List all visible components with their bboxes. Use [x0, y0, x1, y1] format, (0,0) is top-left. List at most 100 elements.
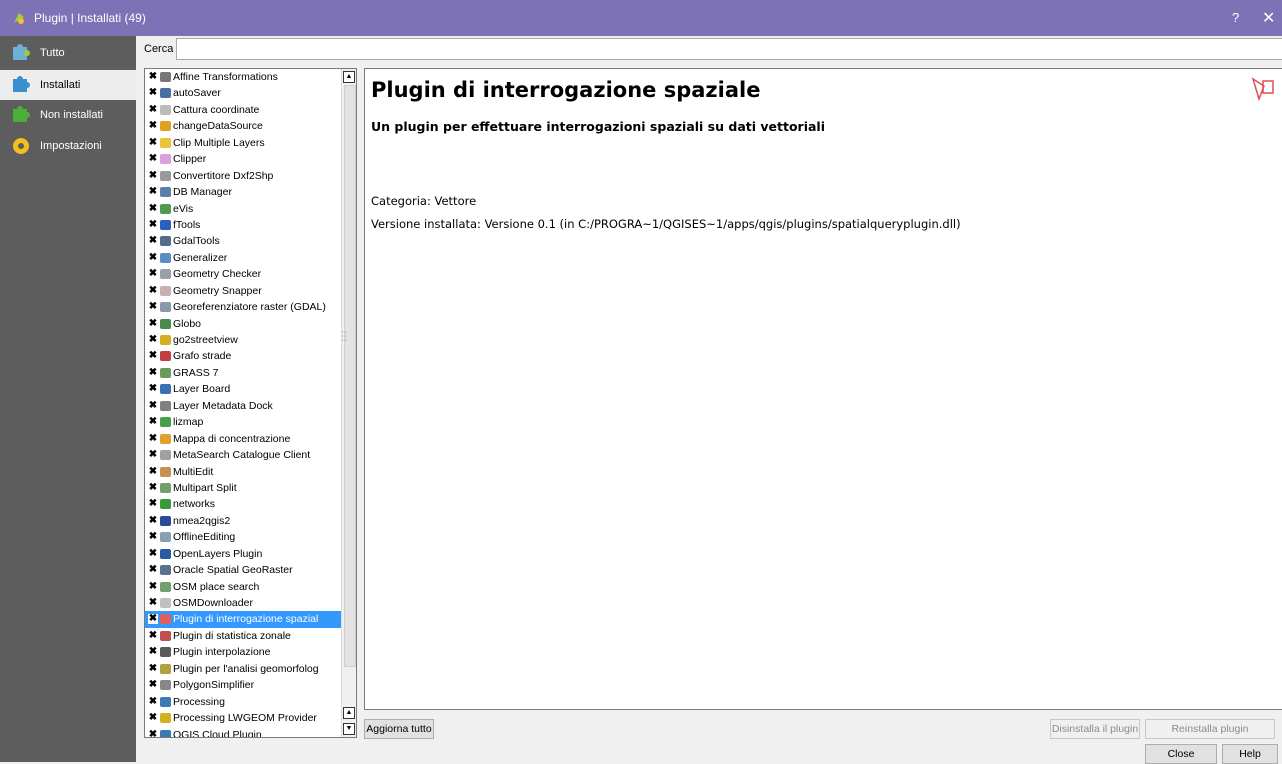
plugin-list-item[interactable]: ✖ go2streetview — [145, 332, 342, 348]
plugin-list-item[interactable]: ✖ Plugin di statistica zonale — [145, 628, 342, 644]
plugin-list-item[interactable]: ✖ Generalizer — [145, 250, 342, 266]
plugin-enabled-checkbox[interactable]: ✖ — [148, 450, 158, 460]
plugin-enabled-checkbox[interactable]: ✖ — [148, 367, 158, 378]
plugin-enabled-checkbox[interactable]: ✖ — [148, 482, 158, 493]
plugin-list-item[interactable]: ✖ Grafo strade — [145, 348, 342, 364]
close-window-button[interactable]: ✕ — [1262, 8, 1275, 28]
plugin-list-item[interactable]: ✖ fTools — [145, 217, 342, 233]
plugin-list-item[interactable]: ✖ networks — [145, 496, 342, 512]
plugin-enabled-checkbox[interactable]: ✖ — [148, 598, 158, 608]
plugin-list-item[interactable]: ✖ Globo — [145, 316, 342, 332]
plugin-list-item[interactable]: ✖ Layer Metadata Dock — [145, 398, 342, 414]
plugin-list-item[interactable]: ✖ OpenLayers Plugin — [145, 546, 342, 562]
plugin-list-item[interactable]: ✖ GdalTools — [145, 233, 342, 249]
plugin-list-item[interactable]: ✖ PolygonSimplifier — [145, 677, 342, 693]
plugin-enabled-checkbox[interactable]: ✖ — [148, 729, 158, 737]
plugin-list-item[interactable]: ✖ Plugin per l'analisi geomorfolog — [145, 661, 342, 677]
plugin-enabled-checkbox[interactable]: ✖ — [148, 302, 158, 312]
plugin-enabled-checkbox[interactable]: ✖ — [148, 647, 158, 657]
plugin-list-item[interactable]: ✖ MultiEdit — [145, 464, 342, 480]
plugin-list-item[interactable]: ✖ Plugin di interrogazione spazial — [145, 611, 342, 628]
close-button[interactable]: Close — [1145, 744, 1217, 764]
scroll-up-lower-button[interactable]: ▲ — [343, 707, 355, 719]
plugin-enabled-checkbox[interactable]: ✖ — [148, 187, 158, 197]
plugin-list-item[interactable]: ✖ Processing LWGEOM Provider — [145, 710, 342, 726]
plugin-enabled-checkbox[interactable]: ✖ — [148, 466, 158, 477]
plugin-list-item[interactable]: ✖ Clipper — [145, 151, 342, 167]
scrollbar-thumb[interactable] — [344, 85, 356, 667]
plugin-list-item[interactable]: ✖ Cattura coordinate — [145, 102, 342, 118]
plugin-enabled-checkbox[interactable]: ✖ — [148, 219, 158, 230]
plugin-enabled-checkbox[interactable]: ✖ — [148, 170, 158, 181]
plugin-enabled-checkbox[interactable]: ✖ — [148, 713, 158, 723]
plugin-list-item[interactable]: ✖ Clip Multiple Layers — [145, 135, 342, 151]
plugin-enabled-checkbox[interactable]: ✖ — [148, 630, 158, 641]
plugin-list-item[interactable]: ✖ eVis — [145, 201, 342, 217]
plugin-list-item[interactable]: ✖ OfflineEditing — [145, 529, 342, 545]
sidebar-item-impostazioni[interactable]: Impostazioni — [0, 131, 136, 161]
plugin-list-item[interactable]: ✖ MetaSearch Catalogue Client — [145, 447, 342, 463]
plugin-list-scrollbar[interactable]: ▲ ▲ ▼ — [341, 69, 356, 737]
search-input[interactable] — [176, 38, 1282, 60]
plugin-enabled-checkbox[interactable]: ✖ — [148, 614, 158, 625]
scroll-up-button[interactable]: ▲ — [343, 71, 355, 83]
update-all-button[interactable]: Aggiorna tutto — [364, 719, 434, 739]
plugin-enabled-checkbox[interactable]: ✖ — [148, 285, 158, 296]
plugin-enabled-checkbox[interactable]: ✖ — [148, 548, 158, 559]
plugin-enabled-checkbox[interactable]: ✖ — [148, 137, 158, 148]
plugin-list-item[interactable]: ✖ changeDataSource — [145, 118, 342, 134]
help-button[interactable]: Help — [1222, 744, 1278, 764]
plugin-list-item[interactable]: ✖ OSMDownloader — [145, 595, 342, 611]
plugin-list-item[interactable]: ✖ QGIS Cloud Plugin — [145, 727, 342, 737]
plugin-enabled-checkbox[interactable]: ✖ — [148, 499, 158, 509]
sidebar-item-tutto[interactable]: Tutto — [0, 38, 136, 68]
plugin-list-item[interactable]: ✖ Geometry Checker — [145, 266, 342, 282]
plugin-list-item[interactable]: ✖ Geometry Snapper — [145, 283, 342, 299]
plugin-enabled-checkbox[interactable]: ✖ — [148, 515, 158, 526]
plugin-list-item[interactable]: ✖ nmea2qgis2 — [145, 513, 342, 529]
plugin-enabled-checkbox[interactable]: ✖ — [148, 236, 158, 246]
plugin-enabled-checkbox[interactable]: ✖ — [148, 532, 158, 542]
plugin-list-item[interactable]: ✖ Layer Board — [145, 381, 342, 397]
sidebar-item-non-installati[interactable]: Non installati — [0, 100, 136, 130]
plugin-enabled-checkbox[interactable]: ✖ — [148, 351, 158, 361]
plugin-enabled-checkbox[interactable]: ✖ — [148, 581, 158, 592]
plugin-list-item[interactable]: ✖ Plugin interpolazione — [145, 644, 342, 660]
reinstall-plugin-button[interactable]: Reinstalla plugin — [1145, 719, 1275, 739]
plugin-enabled-checkbox[interactable]: ✖ — [148, 154, 158, 164]
plugin-enabled-checkbox[interactable]: ✖ — [148, 121, 158, 131]
plugin-enabled-checkbox[interactable]: ✖ — [148, 72, 158, 82]
plugin-enabled-checkbox[interactable]: ✖ — [148, 318, 158, 329]
plugin-list-item[interactable]: ✖ Convertitore Dxf2Shp — [145, 168, 342, 184]
uninstall-plugin-button[interactable]: Disinstalla il plugin — [1050, 719, 1140, 739]
plugin-list-item[interactable]: ✖ Processing — [145, 694, 342, 710]
plugin-enabled-checkbox[interactable]: ✖ — [148, 400, 158, 411]
splitter-grip-icon[interactable] — [341, 330, 347, 342]
plugin-enabled-checkbox[interactable]: ✖ — [148, 269, 158, 279]
plugin-enabled-checkbox[interactable]: ✖ — [148, 384, 158, 394]
plugin-list-item[interactable]: ✖ GRASS 7 — [145, 365, 342, 381]
plugin-enabled-checkbox[interactable]: ✖ — [148, 433, 158, 444]
plugin-list-item[interactable]: ✖ lizmap — [145, 414, 342, 430]
plugin-enabled-checkbox[interactable]: ✖ — [148, 88, 158, 98]
plugin-enabled-checkbox[interactable]: ✖ — [148, 203, 158, 214]
help-title-button[interactable]: ? — [1232, 10, 1239, 25]
scroll-down-button[interactable]: ▼ — [343, 723, 355, 735]
plugin-enabled-checkbox[interactable]: ✖ — [148, 417, 158, 427]
plugin-enabled-checkbox[interactable]: ✖ — [148, 680, 158, 690]
plugin-list-item[interactable]: ✖ Multipart Split — [145, 480, 342, 496]
plugin-enabled-checkbox[interactable]: ✖ — [148, 696, 158, 707]
plugin-list-item[interactable]: ✖ DB Manager — [145, 184, 342, 200]
plugin-enabled-checkbox[interactable]: ✖ — [148, 335, 158, 345]
plugin-enabled-checkbox[interactable]: ✖ — [148, 104, 158, 115]
plugin-list-item[interactable]: ✖ Mappa di concentrazione — [145, 431, 342, 447]
plugin-enabled-checkbox[interactable]: ✖ — [148, 663, 158, 674]
plugin-list-item[interactable]: ✖ Georeferenziatore raster (GDAL) — [145, 299, 342, 315]
sidebar-item-installati[interactable]: Installati — [0, 70, 136, 100]
plugin-enabled-checkbox[interactable]: ✖ — [148, 252, 158, 263]
plugin-enabled-checkbox[interactable]: ✖ — [148, 565, 158, 575]
plugin-list-item[interactable]: ✖ OSM place search — [145, 579, 342, 595]
plugin-list-item[interactable]: ✖ Affine Transformations — [145, 69, 342, 85]
plugin-list-item[interactable]: ✖ Oracle Spatial GeoRaster — [145, 562, 342, 578]
plugin-list-item[interactable]: ✖ autoSaver — [145, 85, 342, 101]
